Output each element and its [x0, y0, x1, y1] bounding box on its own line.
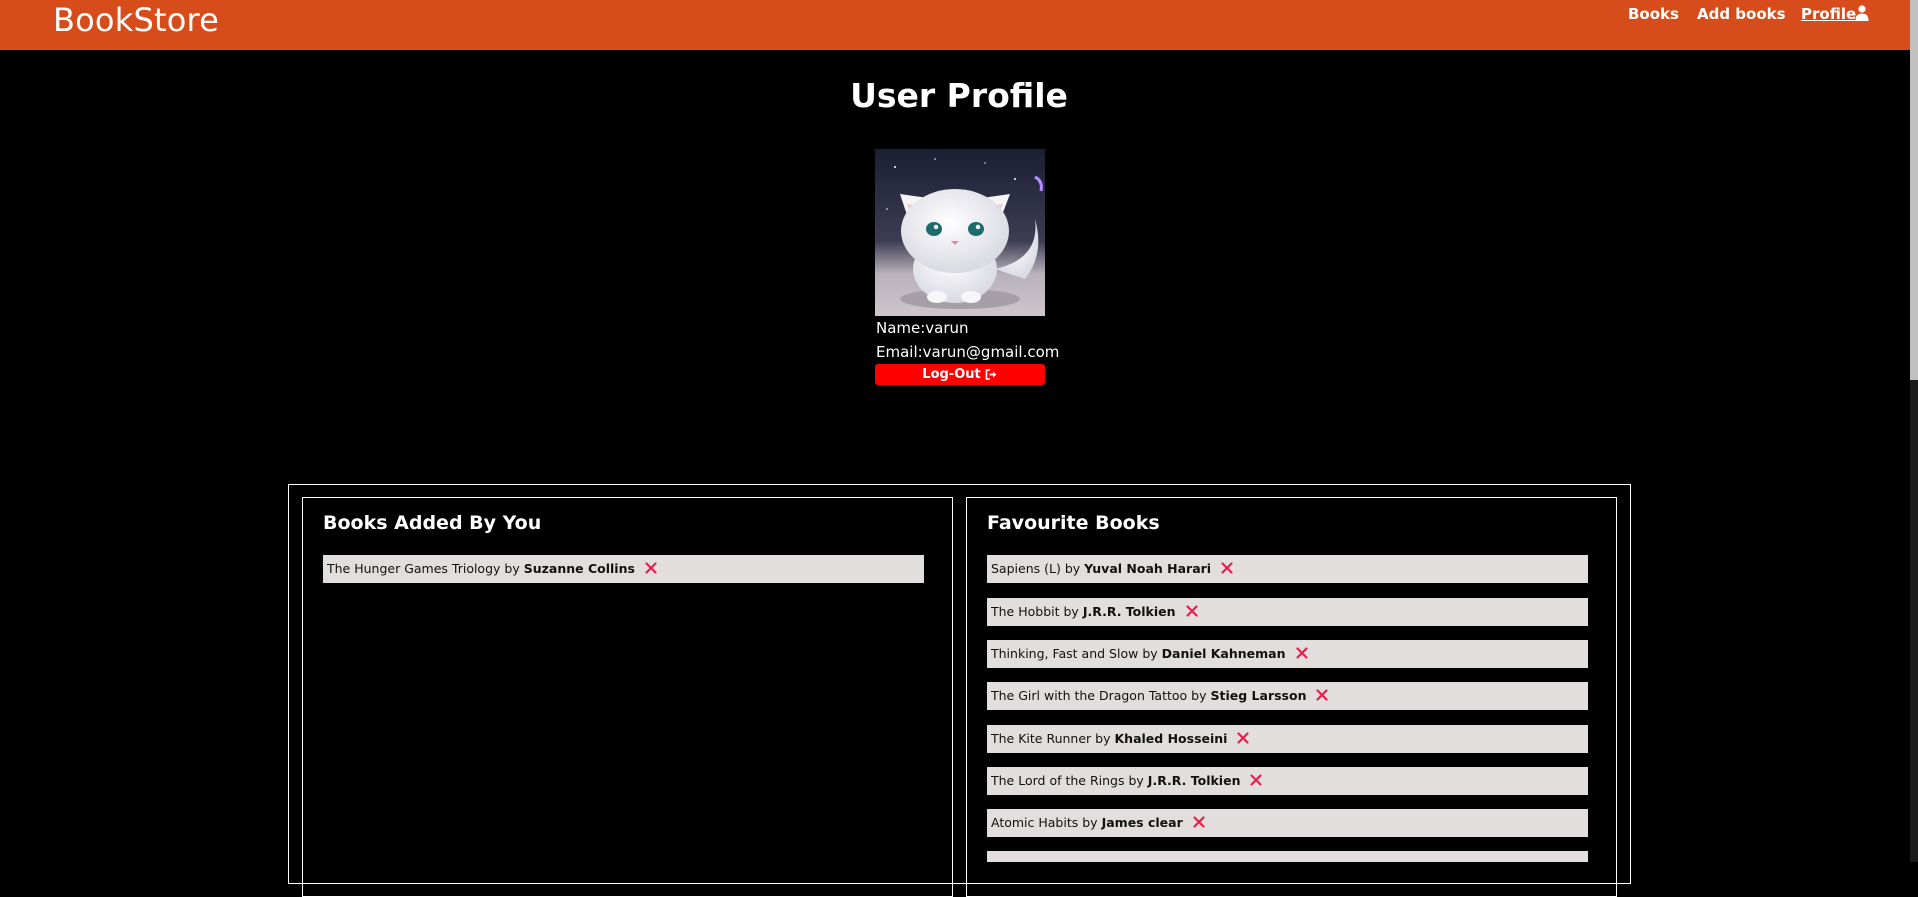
book-author: Khaled Hosseini — [1114, 731, 1228, 746]
favourite-book-item: Atomic Habits by James clear — [987, 809, 1588, 837]
book-by: by — [1128, 773, 1144, 788]
favourite-book-item: The Lord of the Rings by J.R.R. Tolkien — [987, 767, 1588, 795]
book-author: J.R.R. Tolkien — [1147, 773, 1241, 788]
book-title: The Lord of the Rings — [991, 773, 1125, 788]
close-icon[interactable] — [1221, 562, 1233, 574]
book-author: Stieg Larsson — [1210, 688, 1307, 703]
nav-profile-link[interactable]: Profile — [1801, 5, 1856, 23]
close-icon[interactable] — [1237, 732, 1250, 744]
added-books-heading: Books Added By You — [323, 512, 542, 534]
close-icon[interactable] — [1185, 605, 1198, 617]
book-by: by — [1095, 731, 1111, 746]
book-title: The Girl with the Dragon Tattoo — [991, 688, 1188, 703]
close-icon[interactable] — [1193, 816, 1205, 828]
book-title: The Hobbit — [991, 604, 1060, 619]
close-icon[interactable] — [1295, 647, 1308, 659]
profile-email: Email:varun@gmail.com — [876, 343, 1060, 361]
book-by: by — [1064, 561, 1081, 576]
favourite-book-item: Thinking, Fast and Slow by Daniel Kahnem… — [987, 640, 1588, 668]
nav-books-link[interactable]: Books — [1628, 5, 1679, 23]
book-by: by — [1082, 815, 1098, 830]
book-title: Thinking, Fast and Slow — [991, 646, 1139, 661]
book-by: by — [1191, 688, 1207, 703]
book-author: Daniel Kahneman — [1161, 646, 1286, 661]
book-by: by — [1063, 604, 1079, 619]
avatar — [875, 149, 1045, 316]
book-author: J.R.R. Tolkien — [1082, 604, 1176, 619]
close-icon[interactable] — [1316, 689, 1329, 701]
nav-add-books-link[interactable]: Add books — [1697, 5, 1786, 23]
favourite-book-item: The Kite Runner by Khaled Hosseini — [987, 725, 1588, 753]
close-icon[interactable] — [1250, 774, 1263, 786]
favourite-books-heading: Favourite Books — [987, 512, 1160, 534]
favourite-book-item: Sapiens (L) by Yuval Noah Harari — [987, 555, 1588, 583]
profile-name: Name:varun — [876, 319, 969, 337]
book-title: Sapiens (L) — [991, 561, 1061, 576]
logout-button[interactable]: Log-Out — [875, 364, 1045, 385]
favourite-book-item-partial — [987, 851, 1588, 862]
added-book-item: The Hunger Games Triology by Suzanne Col… — [323, 555, 924, 583]
page-title: User Profile — [850, 76, 1068, 115]
sign-out-icon — [985, 369, 997, 380]
navbar: BookStore Books Add books Profile — [0, 0, 1918, 50]
user-icon[interactable] — [1855, 5, 1869, 21]
favourite-book-item: The Girl with the Dragon Tattoo by Stieg… — [987, 682, 1588, 710]
book-title: The Hunger Games Triology — [327, 561, 501, 576]
logout-label: Log-Out — [922, 367, 981, 382]
book-author: Yuval Noah Harari — [1084, 561, 1212, 576]
favourite-book-item: The Hobbit by J.R.R. Tolkien — [987, 598, 1588, 626]
brand-logo-link[interactable]: BookStore — [53, 0, 219, 40]
book-by: by — [504, 561, 520, 576]
book-by: by — [1142, 646, 1158, 661]
book-author: James clear — [1101, 815, 1183, 830]
book-title: Atomic Habits — [991, 815, 1079, 830]
book-title: The Kite Runner — [991, 731, 1092, 746]
book-author: Suzanne Collins — [523, 561, 635, 576]
page-scrollbar-thumb[interactable] — [1910, 0, 1918, 380]
close-icon[interactable] — [645, 562, 657, 574]
